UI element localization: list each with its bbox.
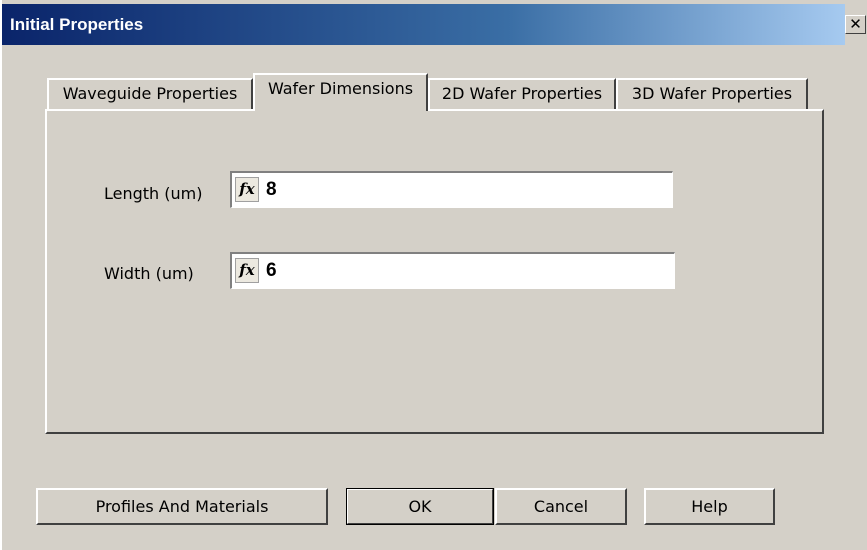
button-label: Profiles And Materials [95,497,269,516]
length-label: Length (um) [104,184,203,203]
tab-label: 2D Wafer Properties [441,84,603,103]
length-value: 8 [266,179,277,200]
profiles-and-materials-button[interactable]: Profiles And Materials [36,488,328,525]
cancel-button[interactable]: Cancel [495,488,627,525]
title-bar[interactable]: Initial Properties [2,4,845,45]
button-label: Cancel [533,497,589,516]
tab-label: 3D Wafer Properties [631,84,793,103]
close-button[interactable]: ✕ [845,15,866,34]
width-input[interactable]: fx 6 [230,252,675,289]
length-input[interactable]: fx 8 [230,171,673,208]
tab-label: Waveguide Properties [62,84,238,103]
button-label: Help [691,497,728,516]
window-title: Initial Properties [10,15,144,34]
ok-button[interactable]: OK [346,488,494,525]
tab-waveguide-properties[interactable]: Waveguide Properties [47,78,253,110]
tab-2d-wafer-properties[interactable]: 2D Wafer Properties [428,78,616,110]
tab-wafer-dimensions[interactable]: Wafer Dimensions [253,73,428,111]
tab-3d-wafer-properties[interactable]: 3D Wafer Properties [616,78,808,110]
width-value: 6 [266,260,277,281]
fx-icon[interactable]: fx [235,177,259,202]
window-edge [0,0,2,550]
button-label: OK [408,497,432,516]
close-icon: ✕ [849,15,862,33]
tab-label: Wafer Dimensions [267,79,414,98]
dialog-window: Initial Properties ✕ Waveguide Propertie… [0,0,867,550]
width-label: Width (um) [104,264,194,283]
fx-icon[interactable]: fx [235,258,259,283]
help-button[interactable]: Help [644,488,775,525]
